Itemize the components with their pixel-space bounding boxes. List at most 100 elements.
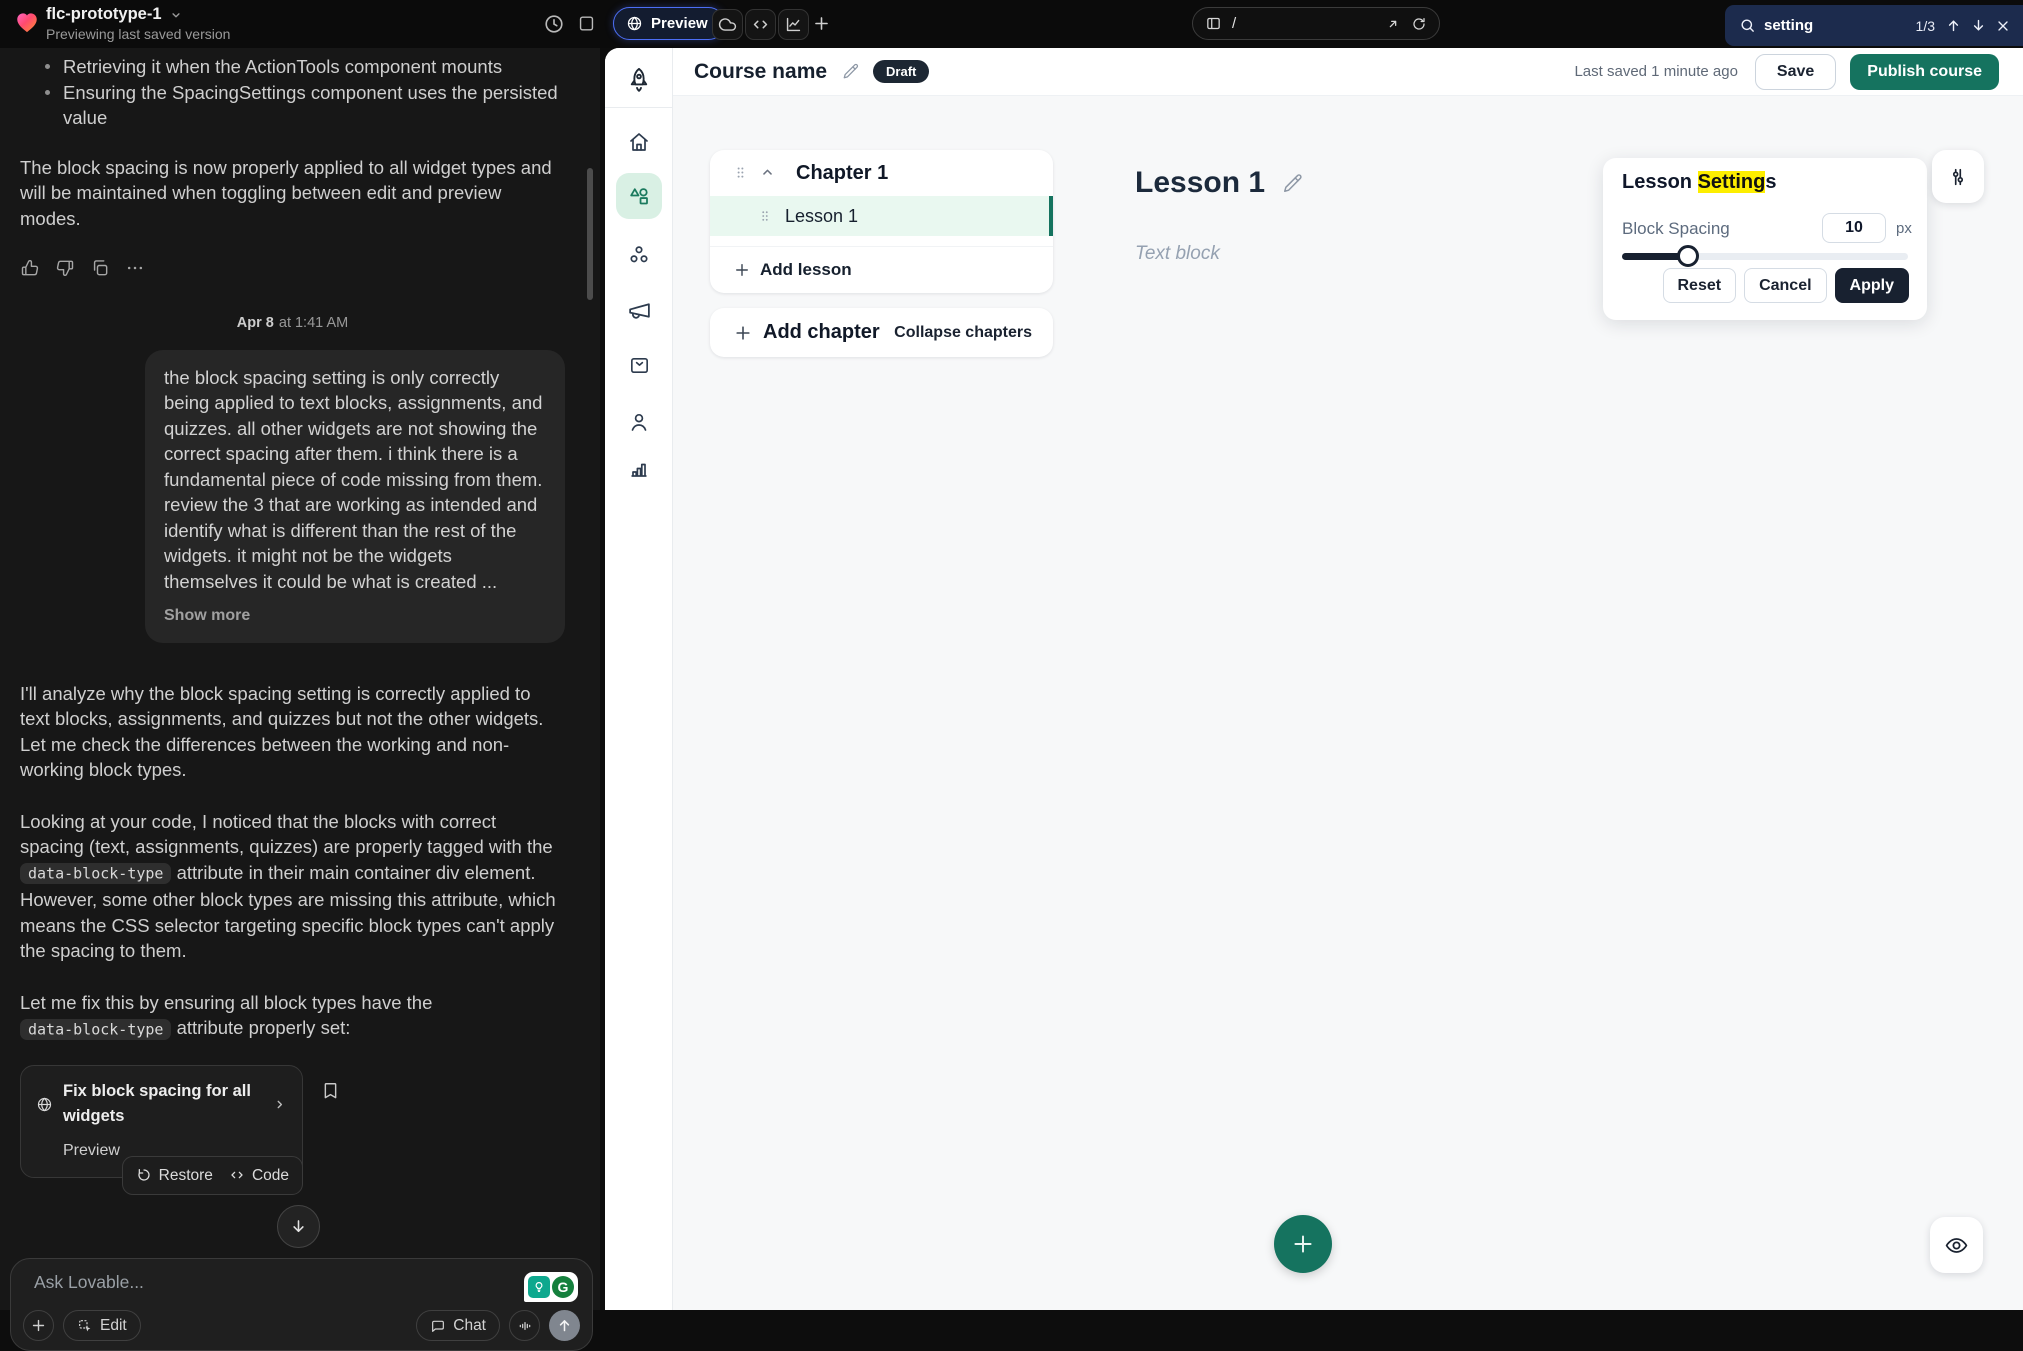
course-name: Course name bbox=[694, 60, 827, 84]
find-in-page-bar: setting 1/3 bbox=[1725, 5, 2023, 46]
cloud-sync-button[interactable] bbox=[712, 9, 743, 40]
edit-course-name-icon[interactable] bbox=[842, 62, 860, 80]
history-icon[interactable] bbox=[543, 13, 565, 35]
collapse-chapters-button[interactable]: Collapse chapters bbox=[894, 324, 1032, 342]
find-previous-icon[interactable] bbox=[1945, 17, 1962, 34]
rocket-logo-icon[interactable] bbox=[605, 62, 673, 98]
sidebar-item-inbox[interactable] bbox=[605, 351, 673, 379]
attach-button[interactable] bbox=[23, 1310, 54, 1341]
cancel-button[interactable]: Cancel bbox=[1744, 268, 1826, 303]
chat-transcript: Retrieving it when the ActionTools compo… bbox=[20, 48, 565, 1208]
chat-input-placeholder[interactable]: Ask Lovable... bbox=[34, 1272, 144, 1293]
bar-chart-icon bbox=[627, 456, 651, 480]
three-circles-icon bbox=[627, 243, 651, 267]
block-spacing-label: Block Spacing bbox=[1622, 219, 1730, 239]
thumbs-down-icon[interactable] bbox=[55, 258, 75, 278]
status-badge: Draft bbox=[873, 60, 929, 83]
preview-toggle-button[interactable] bbox=[1930, 1217, 1983, 1273]
edit-lesson-title-icon[interactable] bbox=[1282, 172, 1304, 194]
reset-button[interactable]: Reset bbox=[1663, 268, 1737, 303]
settings-toggle-button[interactable] bbox=[1932, 150, 1984, 203]
version-card-wrap: Fix block spacing for all widgets Previe… bbox=[20, 1065, 303, 1179]
add-block-fab[interactable] bbox=[1274, 1215, 1332, 1273]
thumbs-up-icon[interactable] bbox=[20, 258, 40, 278]
edit-mode-button[interactable]: Edit bbox=[63, 1310, 141, 1341]
sidebar-item-courses-active[interactable] bbox=[616, 173, 662, 219]
divider bbox=[710, 236, 1053, 247]
line-chart-icon bbox=[784, 15, 803, 34]
megaphone-icon bbox=[627, 298, 652, 323]
restore-button[interactable]: Restore bbox=[136, 1163, 213, 1189]
block-spacing-slider[interactable] bbox=[1622, 253, 1908, 260]
assistant-message: I'll analyze why the block spacing setti… bbox=[20, 681, 565, 783]
scroll-to-bottom-button[interactable] bbox=[277, 1205, 320, 1248]
cloud-icon bbox=[718, 15, 737, 34]
url-bar[interactable]: / bbox=[1192, 7, 1440, 40]
apply-button[interactable]: Apply bbox=[1835, 268, 1909, 303]
open-external-icon[interactable] bbox=[1385, 16, 1401, 32]
sidebar-item-community[interactable] bbox=[605, 241, 673, 269]
voice-input-button[interactable] bbox=[509, 1310, 540, 1341]
lovable-logo-icon[interactable] bbox=[14, 9, 40, 35]
url-path[interactable]: / bbox=[1232, 15, 1375, 32]
waveform-icon bbox=[517, 1318, 533, 1334]
chat-panel: Retrieving it when the ActionTools compo… bbox=[0, 48, 600, 1310]
device-preview-icon bbox=[1205, 15, 1222, 32]
lesson-settings-panel: Lesson Settings Block Spacing px Reset C… bbox=[1603, 158, 1927, 320]
assistant-message: Let me fix this by ensuring all block ty… bbox=[20, 990, 565, 1043]
sidebar-item-home[interactable] bbox=[605, 128, 673, 156]
new-tab-icon[interactable] bbox=[812, 14, 831, 33]
code-view-button[interactable] bbox=[745, 9, 776, 40]
chat-mode-button[interactable]: Chat bbox=[416, 1310, 500, 1341]
bullet-item: Ensuring the SpacingSettings component u… bbox=[20, 80, 565, 131]
add-lesson-button[interactable]: Add lesson bbox=[710, 247, 1053, 293]
chat-input-panel[interactable]: Ask Lovable... G Edit Chat bbox=[10, 1258, 593, 1351]
preview-button[interactable]: Preview bbox=[613, 7, 725, 40]
chevron-right-icon bbox=[272, 1097, 287, 1112]
send-button[interactable] bbox=[549, 1310, 580, 1341]
drag-handle-icon[interactable] bbox=[733, 164, 748, 182]
code-button[interactable]: Code bbox=[229, 1163, 289, 1189]
drag-handle-icon[interactable] bbox=[758, 207, 772, 225]
plus-icon bbox=[1290, 1231, 1316, 1257]
panel-toggle-icon[interactable] bbox=[577, 14, 596, 33]
grammarly-icon: G bbox=[552, 1276, 574, 1298]
app-header: Course name Draft Last saved 1 minute ag… bbox=[673, 48, 2023, 96]
chapter-card: Chapter 1 Lesson 1 Add lesson bbox=[710, 150, 1053, 293]
sidebar-item-marketing[interactable] bbox=[605, 296, 673, 324]
chat-bubble-icon bbox=[430, 1318, 446, 1334]
message-actions bbox=[20, 258, 565, 278]
slider-thumb[interactable] bbox=[1677, 245, 1699, 267]
chat-scrollbar[interactable] bbox=[587, 168, 593, 300]
show-more-link[interactable]: Show more bbox=[164, 603, 546, 629]
refresh-icon[interactable] bbox=[1411, 16, 1427, 32]
text-block-placeholder[interactable]: Text block bbox=[1135, 243, 1220, 265]
copy-icon[interactable] bbox=[90, 258, 110, 278]
lesson-row-selected[interactable]: Lesson 1 bbox=[710, 196, 1053, 236]
find-query-input[interactable]: setting bbox=[1764, 17, 1908, 34]
project-menu[interactable]: flc-prototype-1 bbox=[46, 5, 230, 24]
block-spacing-input[interactable] bbox=[1822, 213, 1886, 243]
sidebar-item-profile[interactable] bbox=[605, 408, 673, 436]
more-options-icon[interactable] bbox=[125, 258, 145, 278]
app-content: Chapter 1 Lesson 1 Add lesson Add chapte… bbox=[673, 96, 2023, 1310]
publish-course-button[interactable]: Publish course bbox=[1850, 54, 1999, 90]
find-close-icon[interactable] bbox=[1995, 18, 2011, 34]
collapse-chapter-icon[interactable] bbox=[759, 164, 776, 182]
analytics-button[interactable] bbox=[778, 9, 809, 40]
bookmark-icon[interactable] bbox=[321, 1077, 340, 1103]
lesson-heading: Lesson 1 bbox=[1135, 166, 1304, 200]
sliders-icon bbox=[1947, 166, 1969, 188]
chapter-row[interactable]: Chapter 1 bbox=[710, 150, 1053, 196]
app-preview-window: Course name Draft Last saved 1 minute ag… bbox=[605, 48, 2023, 1310]
assistant-bullet-list: Retrieving it when the ActionTools compo… bbox=[20, 54, 565, 131]
chevron-down-icon bbox=[169, 8, 183, 22]
globe-icon bbox=[36, 1096, 53, 1113]
bullet-item: Retrieving it when the ActionTools compo… bbox=[20, 54, 565, 80]
find-next-icon[interactable] bbox=[1970, 17, 1987, 34]
add-chapter-button[interactable]: Add chapter bbox=[763, 321, 880, 344]
grammarly-badge[interactable]: G bbox=[524, 1272, 578, 1302]
sidebar-item-analytics[interactable] bbox=[605, 454, 673, 482]
save-button[interactable]: Save bbox=[1755, 54, 1836, 90]
home-icon bbox=[627, 130, 651, 154]
